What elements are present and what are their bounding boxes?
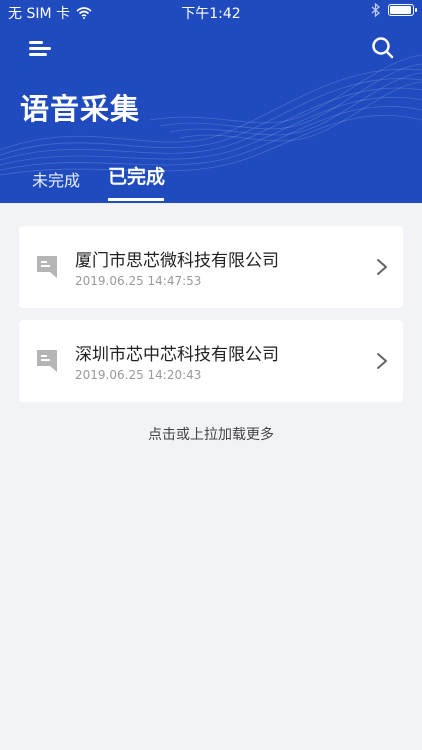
company-name: 厦门市思芯微科技有限公司 xyxy=(75,251,279,271)
menu-button[interactable] xyxy=(26,36,54,60)
company-name: 深圳市芯中芯科技有限公司 xyxy=(75,345,279,365)
battery-icon xyxy=(388,4,417,16)
tab-bar: 未完成 已完成 xyxy=(0,162,422,203)
record-datetime: 2019.06.25 14:20:43 xyxy=(75,368,202,382)
battery-level xyxy=(390,6,411,14)
status-bar: 无 SIM 卡 下午1:42 xyxy=(0,0,422,24)
chevron-right-icon xyxy=(377,259,387,275)
menu-icon-line xyxy=(29,47,51,50)
document-icon xyxy=(37,350,57,372)
tab-completed[interactable]: 已完成 xyxy=(108,162,165,203)
menu-icon-line xyxy=(29,53,47,56)
chevron-right-icon xyxy=(377,353,387,369)
status-time: 下午1:42 xyxy=(181,6,241,22)
record-card[interactable]: 厦门市思芯微科技有限公司 2019.06.25 14:47:53 xyxy=(19,226,403,308)
record-datetime: 2019.06.25 14:47:53 xyxy=(75,274,202,288)
search-icon[interactable] xyxy=(370,35,396,61)
page-title: 语音采集 xyxy=(20,92,141,126)
active-tab-indicator xyxy=(108,198,164,201)
record-card[interactable]: 深圳市芯中芯科技有限公司 2019.06.25 14:20:43 xyxy=(19,320,403,402)
menu-icon xyxy=(29,41,43,44)
app-header: 无 SIM 卡 下午1:42 语音采集 未完成 已完成 xyxy=(0,0,422,203)
bluetooth-icon xyxy=(371,3,380,17)
tab-incomplete[interactable]: 未完成 xyxy=(32,167,80,203)
document-icon xyxy=(37,256,57,278)
load-more-button[interactable]: 点击或上拉加载更多 xyxy=(0,424,422,444)
